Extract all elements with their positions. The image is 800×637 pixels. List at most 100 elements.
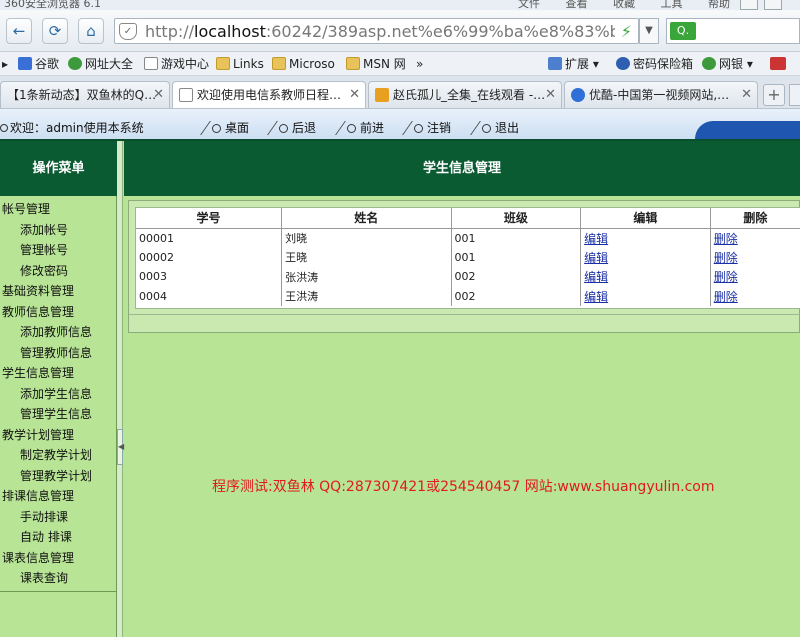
- fav-more-button[interactable]: »: [416, 55, 423, 73]
- plus-icon: +: [767, 85, 781, 104]
- tab-qzone[interactable]: 【1条新动态】双鱼林的Q… ✕: [0, 81, 170, 108]
- table-row: 0003 张洪涛 002 编辑 删除: [136, 267, 800, 287]
- edit-link[interactable]: 编辑: [584, 290, 608, 304]
- table-container: 学号 姓名 班级 编辑 删除 00001 刘晓 001 编辑 删除 00002 …: [135, 207, 800, 309]
- menu-item-timetable-query[interactable]: 课表查询: [0, 568, 117, 589]
- extensions-button[interactable]: 扩展 ▾: [548, 55, 599, 73]
- minimize-button[interactable]: [740, 0, 758, 10]
- menu-category-account[interactable]: 帐号管理: [0, 199, 117, 220]
- menu-item-manage-student[interactable]: 管理学生信息: [0, 404, 117, 425]
- delete-link[interactable]: 删除: [714, 232, 738, 246]
- maximize-button[interactable]: [764, 0, 782, 10]
- home-icon: ⌂: [86, 22, 96, 40]
- edit-link[interactable]: 编辑: [584, 232, 608, 246]
- app-top-toolbar: 欢迎：admin使用本系统 桌面 后退 前进 注销 退出: [0, 109, 800, 141]
- search-engine-icon[interactable]: Q.: [670, 22, 696, 40]
- delete-link[interactable]: 删除: [714, 251, 738, 265]
- menu-item-manage-account[interactable]: 管理帐号: [0, 240, 117, 261]
- search-box[interactable]: Q.: [666, 18, 800, 44]
- tab-youku[interactable]: 优酷-中国第一视频网站,… ✕: [564, 81, 758, 108]
- menu-category-teacher[interactable]: 教师信息管理: [0, 302, 117, 323]
- menu-category-scheduling[interactable]: 排课信息管理: [0, 486, 117, 507]
- menu-category-student[interactable]: 学生信息管理: [0, 363, 117, 384]
- divider: [267, 121, 278, 135]
- address-dropdown-button[interactable]: ▼: [639, 18, 659, 44]
- url-host: localhost: [194, 22, 266, 41]
- edit-link[interactable]: 编辑: [584, 270, 608, 284]
- menu-category-timetable[interactable]: 课表信息管理: [0, 548, 117, 569]
- back-nav-button[interactable]: 后退: [267, 119, 317, 136]
- exit-button[interactable]: 退出: [470, 119, 519, 136]
- menu-item-manage-plan[interactable]: 管理教学计划: [0, 466, 117, 487]
- edit-link[interactable]: 编辑: [584, 251, 608, 265]
- cell-student-name: 王洪涛: [281, 286, 452, 306]
- menu-category-teaching-plan[interactable]: 教学计划管理: [0, 425, 117, 446]
- cell-student-id: 00001: [139, 231, 174, 245]
- menu-tools[interactable]: 工具: [661, 0, 683, 10]
- tab-teacher-schedule[interactable]: 欢迎使用电信系教师日程… ✕: [172, 81, 366, 108]
- forward-nav-button[interactable]: 前进: [335, 119, 385, 136]
- fav-microsoft[interactable]: Microso: [272, 55, 335, 73]
- desktop-button[interactable]: 桌面: [200, 119, 249, 136]
- fav-site-nav[interactable]: 网址大全: [68, 55, 133, 73]
- toolbar-label: 前进: [360, 121, 385, 135]
- menu-category-basic-data[interactable]: 基础资料管理: [0, 281, 117, 302]
- tool-label: 扩展: [565, 57, 590, 71]
- column-header-edit: 编辑: [580, 208, 711, 229]
- close-tab-icon[interactable]: ✕: [153, 82, 164, 108]
- fav-links[interactable]: Links: [216, 55, 264, 73]
- delete-link[interactable]: 删除: [714, 270, 738, 284]
- cell-class: 001: [450, 247, 581, 267]
- cell-class: 002: [450, 286, 581, 306]
- close-tab-icon[interactable]: ✕: [349, 82, 360, 108]
- password-safe-button[interactable]: 密码保险箱: [616, 55, 693, 73]
- fav-game-center[interactable]: 游戏中心: [144, 55, 209, 73]
- menu-item-change-password[interactable]: 修改密码: [0, 261, 117, 282]
- menu-item-manual-schedule[interactable]: 手动排课: [0, 507, 117, 528]
- collapse-sidebar-handle[interactable]: ◀: [117, 429, 124, 465]
- page-icon: [144, 57, 158, 70]
- tab-label: 优酷-中国第一视频网站,…: [589, 88, 730, 102]
- menu-item-add-teacher[interactable]: 添加教师信息: [0, 322, 117, 343]
- online-bank-button[interactable]: 网银 ▾: [702, 55, 753, 73]
- sidebar-splitter[interactable]: ◀: [117, 141, 124, 637]
- divider: [402, 121, 413, 135]
- toolbar-label: 后退: [292, 121, 317, 135]
- address-url[interactable]: http://localhost:60242/389asp.net%e6%99%…: [145, 22, 615, 41]
- tab-menu-button[interactable]: [789, 84, 800, 106]
- tool-label: 网银: [719, 57, 744, 71]
- browser-title: 360安全浏览器 6.1: [4, 0, 101, 10]
- fav-arrow-icon[interactable]: ▸: [2, 55, 8, 73]
- navigation-bar: ← ⟳ ⌂ ✓ http://localhost:60242/389asp.ne…: [0, 10, 800, 52]
- logout-button[interactable]: 注销: [402, 119, 451, 136]
- refresh-button[interactable]: ⟳: [42, 18, 68, 44]
- close-tab-icon[interactable]: ✕: [545, 82, 556, 108]
- delete-link[interactable]: 删除: [714, 290, 738, 304]
- menu-item-add-account[interactable]: 添加帐号: [0, 220, 117, 241]
- menu-item-auto-schedule[interactable]: 自动 排课: [0, 527, 117, 548]
- folder-icon: [346, 57, 360, 70]
- speed-mode-icon[interactable]: ⚡: [621, 22, 632, 41]
- menu-help[interactable]: 帮助: [708, 0, 730, 10]
- menu-item-manage-teacher[interactable]: 管理教师信息: [0, 343, 117, 364]
- translate-button[interactable]: [770, 55, 789, 73]
- column-header-class: 班级: [450, 208, 581, 229]
- close-tab-icon[interactable]: ✕: [741, 82, 752, 108]
- address-bar[interactable]: ✓ http://localhost:60242/389asp.net%e6%9…: [114, 18, 639, 44]
- folder-icon: [272, 57, 286, 70]
- menu-favorites[interactable]: 收藏: [613, 0, 635, 10]
- fav-label: Microso: [289, 57, 335, 71]
- menu-item-add-student[interactable]: 添加学生信息: [0, 384, 117, 405]
- menu-view[interactable]: 查看: [566, 0, 588, 10]
- new-tab-button[interactable]: +: [763, 84, 785, 106]
- refresh-icon: ⟳: [48, 22, 62, 40]
- cell-student-id: 0003: [139, 270, 167, 284]
- fav-msn[interactable]: MSN 网: [346, 55, 406, 73]
- back-button[interactable]: ←: [6, 18, 32, 44]
- menu-file[interactable]: 文件: [518, 0, 540, 10]
- tab-soku[interactable]: 赵氏孤儿_全集_在线观看 -… ✕: [368, 81, 562, 108]
- fav-google[interactable]: 谷歌: [18, 55, 59, 73]
- home-button[interactable]: ⌂: [78, 18, 104, 44]
- menu-item-create-plan[interactable]: 制定教学计划: [0, 445, 117, 466]
- welcome-message: 欢迎：admin使用本系统: [0, 119, 144, 136]
